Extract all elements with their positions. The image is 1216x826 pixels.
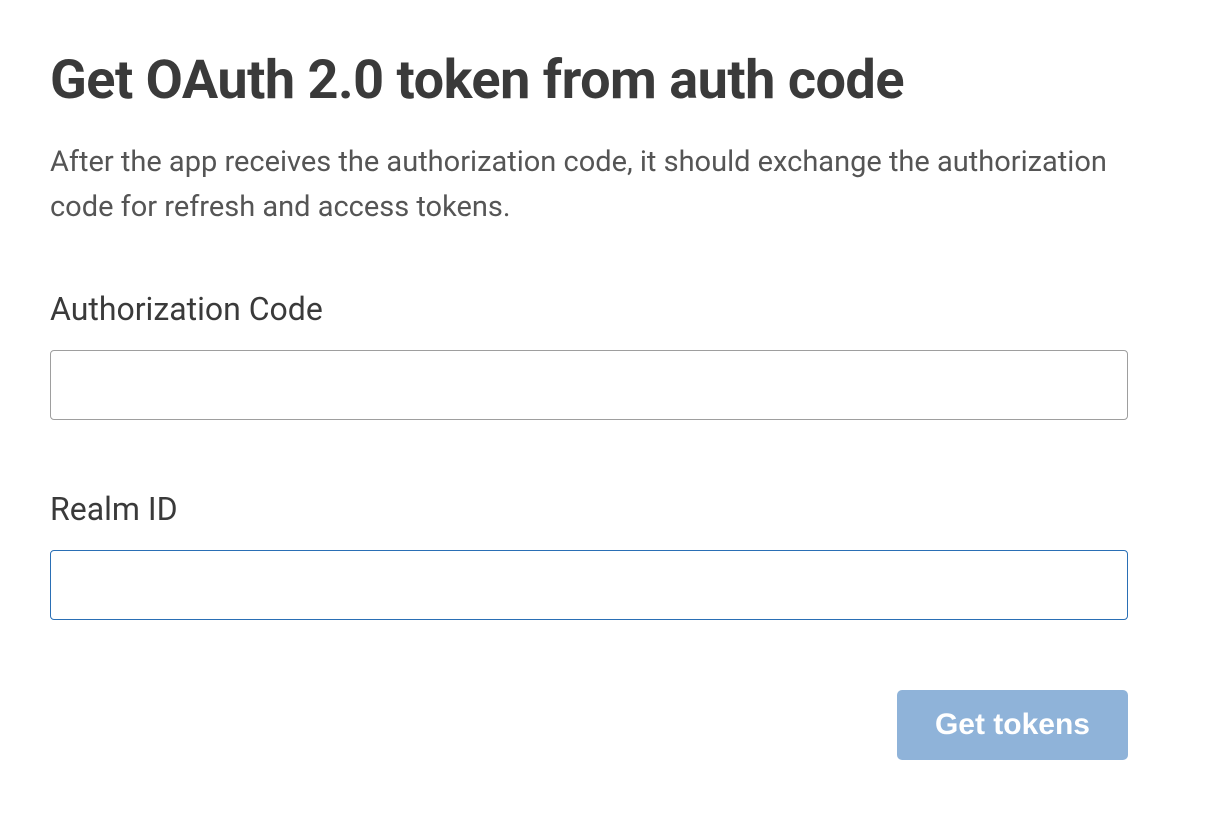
page-title: Get OAuth 2.0 token from auth code [50,50,1166,112]
page-description: After the app receives the authorization… [50,140,1130,230]
button-row: Get tokens [50,690,1128,760]
realm-id-field-group: Realm ID [50,490,1166,620]
realm-id-label: Realm ID [50,490,1166,528]
auth-code-field-group: Authorization Code [50,290,1166,420]
auth-code-label: Authorization Code [50,290,1166,328]
get-tokens-button[interactable]: Get tokens [897,690,1128,760]
auth-code-input[interactable] [50,350,1128,420]
realm-id-input[interactable] [50,550,1128,620]
